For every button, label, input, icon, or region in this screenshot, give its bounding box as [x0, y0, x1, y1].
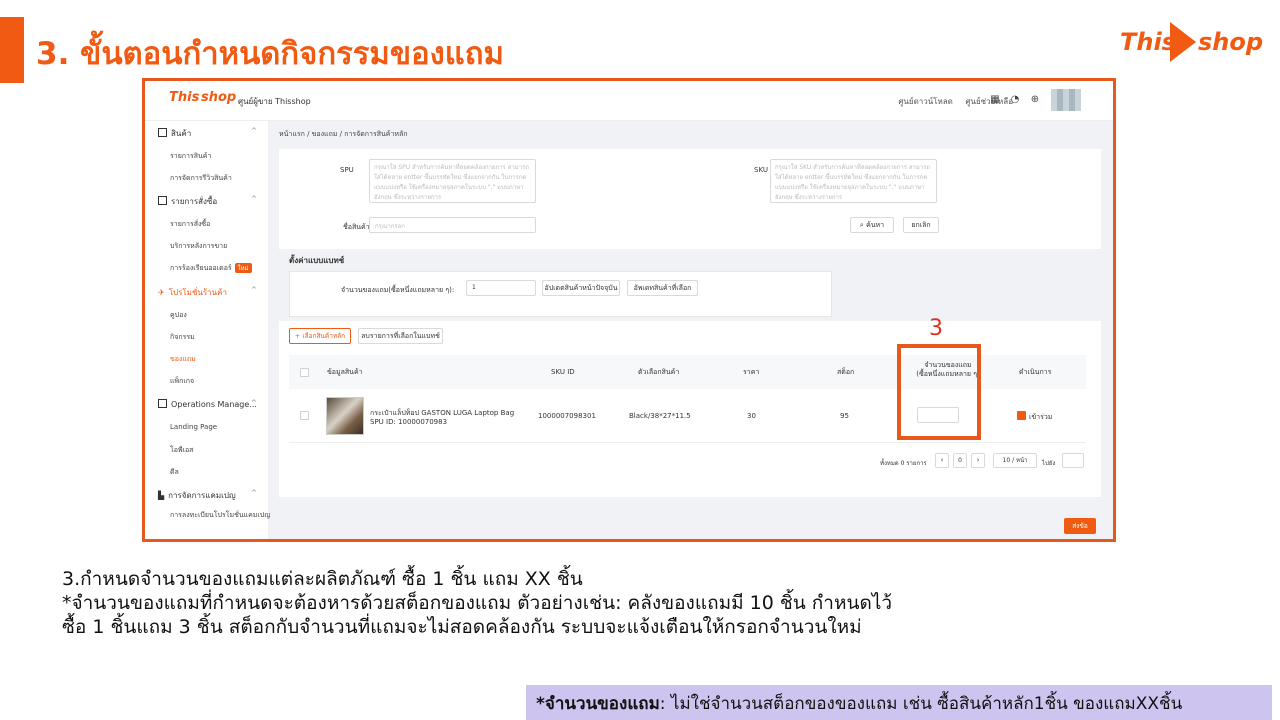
variant-cell: Black/38*27*11.5	[629, 412, 691, 420]
spu-textarea[interactable]: กรุณาใส่ SPU สำหรับการค้นหาที่สอดคล้องกา…	[369, 159, 536, 203]
price-cell: 30	[747, 412, 756, 420]
sidebar-group-orders[interactable]: รายการสั่งซื้อ	[158, 195, 217, 208]
col-sku-id: SKU ID	[551, 368, 575, 376]
operations-icon	[158, 399, 167, 408]
select-all-checkbox[interactable]	[300, 368, 309, 377]
sidebar-group-promotions[interactable]: ✈ โปรโมชั่นร้านค้า	[158, 286, 227, 299]
avatar[interactable]	[1051, 89, 1081, 111]
brand-arrow-icon	[1170, 22, 1196, 62]
sidebar-item-activities[interactable]: กิจกรรม	[170, 332, 195, 343]
search-panel: SPU กรุณาใส่ SPU สำหรับการค้นหาที่สอดคล้…	[279, 149, 1101, 249]
sidebar-item-ops[interactable]: โอพีเอส	[170, 445, 193, 456]
slide-body-text: 3.กำหนดจำนวนของแถมแต่ละผลิตภัณฑ์ ซื้อ 1 …	[62, 567, 892, 639]
sku-textarea[interactable]: กรุณาใส่ SKU สำหรับการค้นหาที่สอดคล้องกา…	[770, 159, 937, 203]
chevron-up-icon: ^	[251, 399, 257, 407]
chevron-up-icon: ^	[251, 127, 257, 135]
search-button[interactable]: ⌕ ค้นหา	[850, 217, 894, 233]
col-actions: ดำเนินการ	[1019, 368, 1052, 376]
note-box: *จำนวนของแถม: ไม่ใช่จำนวนสต็อกของของแถม …	[526, 685, 1272, 720]
sidebar-item-gifts[interactable]: ของแถม	[170, 354, 196, 365]
product-thumbnail	[326, 397, 364, 435]
highlight-step-number: 3	[929, 316, 943, 341]
sidebar-item-order-complaints[interactable]: การร้องเรียนออเดอร์ ใหม่	[170, 263, 252, 274]
sku-id-cell: 1000007098301	[538, 412, 596, 420]
new-badge: ใหม่	[234, 263, 252, 273]
breadcrumb: หน้าแรก / ของแถม / การจัดการสินค้าหลัก	[279, 130, 408, 138]
col-variant: ตัวเลือกสินค้า	[638, 368, 680, 376]
sidebar-group-products[interactable]: สินค้า	[158, 127, 191, 140]
brand-logo: This shop	[1120, 18, 1265, 68]
col-price: ราคา	[743, 368, 760, 376]
order-icon	[158, 196, 167, 205]
brand-logo-this: This	[1120, 28, 1176, 56]
product-name-label: ชื่อสินค้า	[343, 223, 370, 231]
join-checkbox-checked	[1017, 411, 1026, 420]
sidebar-item-coupons[interactable]: คูปอง	[170, 310, 187, 321]
body-line-3: ซื้อ 1 ชิ้นแถม 3 ชิ้น สต็อกกับจำนวนที่แถ…	[62, 616, 862, 638]
update-current-page-button[interactable]: อัปเดตสินค้าหน้าปัจจุบัน	[542, 280, 620, 296]
body-line-2: *จำนวนของแถมที่กำหนดจะต้องหารด้วยสต็อกขอ…	[62, 592, 893, 614]
page-number[interactable]: 0	[953, 453, 967, 468]
body-line-1: 3.กำหนดจำนวนของแถมแต่ละผลิตภัณฑ์ ซื้อ 1 …	[62, 568, 583, 590]
next-page-button[interactable]: ›	[971, 453, 985, 468]
sidebar-group-operations[interactable]: Operations Manage...	[158, 399, 257, 409]
chart-icon: ▙	[158, 491, 165, 500]
batch-settings-panel: จำนวนของแถม(ซื้อหนึ่งแถมหลาย ๆ): 1 อัปเด…	[289, 271, 832, 317]
add-main-product-button[interactable]: + เลือกสินค้าหลัก	[289, 328, 351, 344]
sidebar-item-packages[interactable]: แพ็กเกจ	[170, 376, 194, 387]
prev-page-button[interactable]: ‹	[935, 453, 949, 468]
col-product-info: ข้อมูลสินค้า	[327, 368, 363, 376]
sidebar-item-review-management[interactable]: การจัดการรีวิวสินค้า	[170, 173, 232, 184]
qr-code-icon[interactable]: ▦	[988, 93, 1002, 107]
update-selected-button[interactable]: อัพเดทสินค้าที่เลือก	[627, 280, 698, 296]
product-spu-id: SPU ID: 10000070983	[370, 418, 448, 426]
slide-accent-bar	[0, 17, 24, 83]
remove-selected-button[interactable]: ลบรายการที่เลือกในแบทช์	[358, 328, 443, 344]
note-text: : ไม่ใช่จำนวนสต็อกของของแถม เช่น ซื้อสิน…	[659, 694, 1183, 714]
screenshot-frame: This shop ศูนย์ผู้ขาย Thisshop ศูนย์ดาวน…	[142, 78, 1116, 542]
spu-label: SPU	[340, 166, 354, 174]
sidebar-item-order-list[interactable]: รายการสั่งซื้อ	[170, 219, 210, 230]
pagination-total: ทั้งหมด 0 รายการ	[880, 460, 927, 467]
bell-icon[interactable]: ◔	[1008, 93, 1022, 107]
globe-icon[interactable]: ⊕	[1028, 93, 1042, 107]
row-divider	[289, 442, 1086, 443]
sidebar-item-product-list[interactable]: รายการสินค้า	[170, 151, 211, 162]
stock-cell: 95	[840, 412, 849, 420]
sidebar-item-campaign-registration[interactable]: การลงทะเบียนโปรโมชั่นแคมเปญ	[170, 510, 270, 521]
sidebar-item-deals[interactable]: ดีล	[170, 467, 179, 478]
reset-button[interactable]: ยกเลิก	[903, 217, 939, 233]
app-logo-this: This	[169, 90, 200, 105]
page-size-select[interactable]: 10 / หน้า	[993, 453, 1037, 468]
app-logo-shop: shop	[201, 90, 237, 105]
chevron-up-icon: ^	[251, 195, 257, 203]
chevron-up-icon: ^	[251, 286, 257, 294]
sidebar-item-after-sales[interactable]: บริการหลังการขาย	[170, 241, 227, 252]
seller-center-name: ศูนย์ผู้ขาย Thisshop	[238, 97, 311, 106]
brand-logo-shop: shop	[1198, 28, 1264, 56]
promotion-icon: ✈	[158, 288, 165, 297]
slide-title: 3. ขั้นตอนกำหนดกิจกรรมของแถม	[36, 36, 504, 72]
col-stock: สต็อก	[837, 368, 855, 376]
sidebar-item-landing-page[interactable]: Landing Page	[170, 423, 217, 431]
goto-page-input[interactable]	[1062, 453, 1084, 468]
note-label: *จำนวนของแถม	[536, 694, 660, 714]
highlight-box	[897, 344, 981, 440]
gift-qty-label: จำนวนของแถม(ซื้อหนึ่งแถมหลาย ๆ):	[341, 286, 455, 294]
product-icon	[158, 128, 167, 137]
sidebar: สินค้า ^ รายการสินค้า การจัดการรีวิวสินค…	[145, 121, 270, 539]
product-name-input[interactable]: กรุณากรอก	[369, 217, 536, 233]
batch-settings-title: ตั้งค่าแบบแบทช์	[289, 256, 345, 265]
chevron-up-icon: ^	[251, 489, 257, 497]
join-toggle[interactable]: เข้าร่วม	[1017, 411, 1052, 423]
submit-button[interactable]: ส่งข้อ	[1064, 518, 1096, 534]
sku-label: SKU	[754, 166, 768, 174]
download-center-link[interactable]: ศูนย์ดาวน์โหลด	[898, 97, 953, 106]
goto-label: ไปยัง	[1042, 460, 1056, 467]
batch-gift-qty-input[interactable]: 1	[466, 280, 536, 296]
app-header: This shop ศูนย์ผู้ขาย Thisshop ศูนย์ดาวน…	[145, 81, 1113, 121]
sidebar-group-campaigns[interactable]: ▙ การจัดการแคมเปญ	[158, 489, 236, 502]
row-select-checkbox[interactable]	[300, 411, 309, 420]
